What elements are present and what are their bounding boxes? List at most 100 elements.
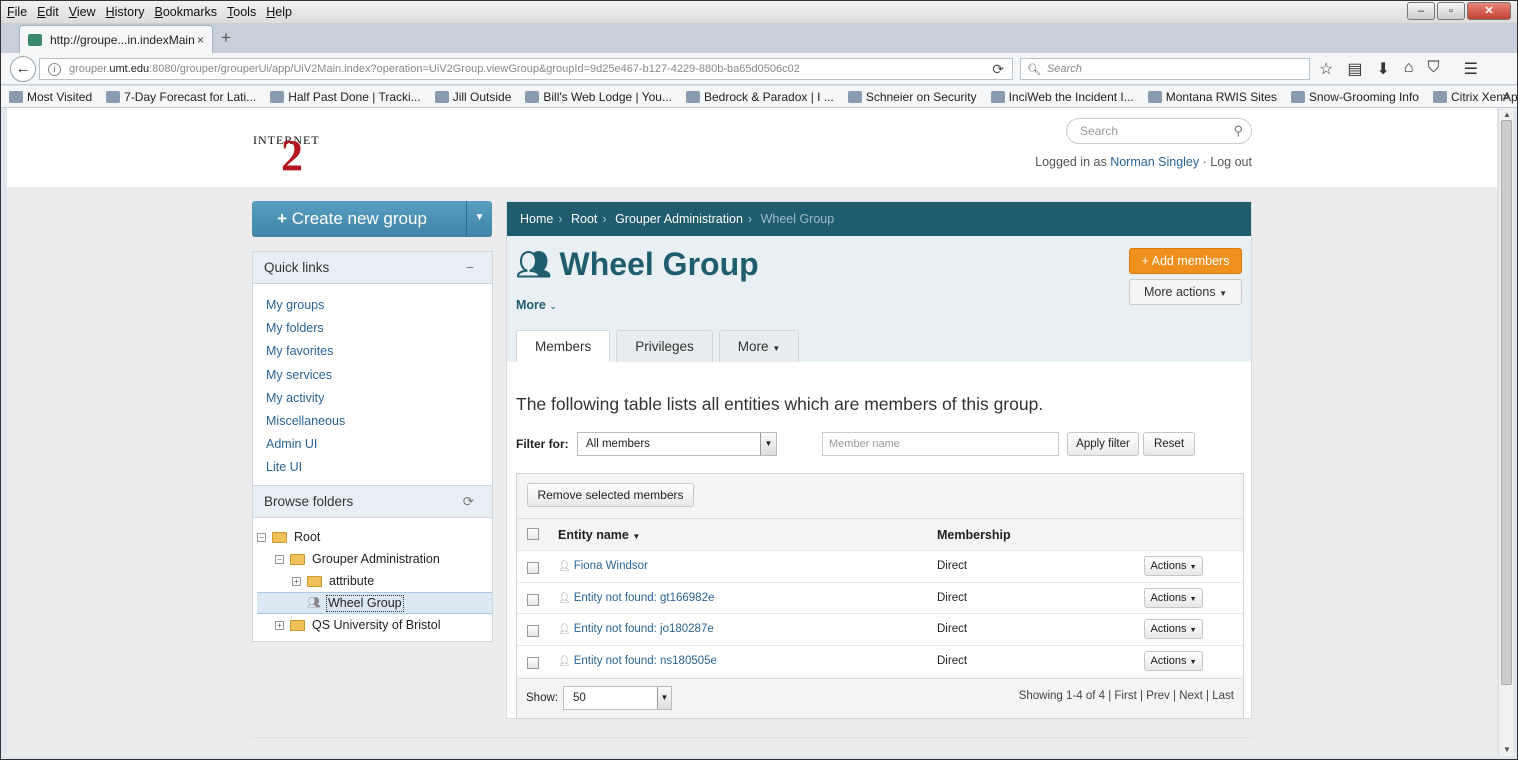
breadcrumb-home[interactable]: Home bbox=[520, 212, 553, 226]
url-bar[interactable]: i grouper. umt.edu:8080/grouper/grouperUi… bbox=[39, 58, 1013, 80]
remove-selected-members-button[interactable]: Remove selected members bbox=[527, 483, 694, 507]
tree-node-qs-university[interactable]: + QS University of Bristol bbox=[257, 614, 492, 636]
menu-edit[interactable]: Edit bbox=[37, 5, 59, 19]
maximize-button[interactable]: ▫ bbox=[1437, 2, 1465, 20]
bookmark-item[interactable]: Bill's Web Lodge | You... bbox=[525, 90, 672, 104]
entity-name-link[interactable]: 👤︎ Entity not found: jo180287e bbox=[558, 623, 714, 635]
tab-members[interactable]: Members bbox=[516, 330, 611, 362]
row-actions-button[interactable]: Actions ▼ bbox=[1144, 587, 1203, 608]
row-checkbox[interactable] bbox=[527, 562, 539, 574]
bookmark-item[interactable]: Schneier on Security bbox=[847, 90, 977, 104]
browser-tab[interactable]: http://groupe...in.indexMain × bbox=[19, 25, 213, 53]
quick-link-miscellaneous[interactable]: Miscellaneous bbox=[266, 410, 492, 433]
home-icon[interactable]: ⌂ bbox=[1404, 59, 1414, 79]
bookmark-item[interactable]: Snow-Grooming Info bbox=[1290, 90, 1419, 104]
pager-next[interactable]: Next bbox=[1179, 690, 1203, 702]
tree-node-wheel-group[interactable]: 👥︎ Wheel Group bbox=[257, 592, 492, 614]
quick-link-my-activity[interactable]: My activity bbox=[266, 387, 492, 410]
logout-link[interactable]: Log out bbox=[1210, 155, 1252, 169]
caret-down-icon[interactable]: ▼ bbox=[466, 201, 492, 237]
tree-toggle-icon[interactable]: + bbox=[292, 576, 301, 586]
quick-link-my-folders[interactable]: My folders bbox=[266, 317, 492, 340]
hamburger-menu-icon[interactable]: ☰ bbox=[1464, 59, 1478, 79]
minimize-button[interactable]: – bbox=[1407, 2, 1435, 20]
entity-name-link[interactable]: 👤︎ Fiona Windsor bbox=[558, 560, 648, 572]
bookmark-item[interactable]: Montana RWIS Sites bbox=[1147, 90, 1277, 104]
back-button[interactable]: ← bbox=[10, 56, 36, 82]
scroll-up-icon[interactable]: ▲ bbox=[1503, 110, 1511, 119]
tree-toggle-icon[interactable]: − bbox=[275, 554, 284, 564]
tree-toggle-icon[interactable]: − bbox=[257, 532, 266, 542]
refresh-icon[interactable]: ⟳ bbox=[463, 486, 474, 517]
row-checkbox[interactable] bbox=[527, 656, 539, 669]
quick-link-admin-ui[interactable]: Admin UI bbox=[266, 433, 492, 456]
dropdown-arrow-icon[interactable]: ▼ bbox=[760, 433, 776, 455]
entity-name-link[interactable]: 👤︎ Entity not found: gt166982e bbox=[558, 592, 714, 604]
row-actions-button[interactable]: Actions ▼ bbox=[1144, 556, 1203, 576]
tree-node-attribute[interactable]: + attribute bbox=[257, 570, 492, 592]
more-actions-button[interactable]: More actions ▼ bbox=[1129, 279, 1242, 305]
dropdown-arrow-icon[interactable]: ▼ bbox=[657, 687, 671, 709]
user-name-link[interactable]: Norman Singley bbox=[1110, 155, 1199, 169]
entity-name-link[interactable]: 👤︎ Entity not found: ns180505e bbox=[558, 655, 717, 667]
bookmark-item[interactable]: InciWeb the Incident I... bbox=[990, 90, 1134, 104]
reload-icon[interactable]: ⟳ bbox=[992, 61, 1004, 78]
close-tab-icon[interactable]: × bbox=[197, 33, 204, 47]
tree-node-grouper-administration[interactable]: − Grouper Administration bbox=[257, 548, 492, 570]
quick-link-my-services[interactable]: My services bbox=[266, 364, 492, 387]
info-icon[interactable]: i bbox=[48, 62, 61, 76]
search-icon[interactable]: ⚲ bbox=[1233, 119, 1243, 143]
bookmark-item[interactable]: 7-Day Forecast for Lati... bbox=[106, 90, 256, 104]
scroll-down-icon[interactable]: ▼ bbox=[1503, 745, 1511, 754]
bookmark-item[interactable]: Half Past Done | Tracki... bbox=[270, 90, 421, 104]
group-more-toggle[interactable]: More ⌄ bbox=[516, 298, 557, 312]
row-actions-button[interactable]: Actions ▼ bbox=[1144, 650, 1203, 671]
tab-more[interactable]: More ▼ bbox=[718, 330, 800, 362]
row-actions-button[interactable]: Actions ▼ bbox=[1144, 619, 1203, 639]
menu-history[interactable]: History bbox=[106, 5, 145, 19]
page-scrollbar[interactable]: ▲ ▼ bbox=[1498, 108, 1514, 756]
page-size-select[interactable]: 50 ▼ bbox=[563, 686, 672, 710]
pager-first[interactable]: First bbox=[1114, 690, 1136, 702]
reading-list-icon[interactable]: ▤ bbox=[1347, 59, 1362, 79]
quick-link-my-groups[interactable]: My groups bbox=[266, 294, 492, 317]
row-checkbox[interactable] bbox=[527, 625, 539, 637]
create-new-group-button[interactable]: + Create new group ▼ bbox=[252, 201, 492, 237]
bookmarks-overflow-icon[interactable]: » bbox=[1502, 89, 1509, 103]
apply-filter-button[interactable]: Apply filter bbox=[1067, 432, 1139, 456]
download-icon[interactable]: ⬇ bbox=[1376, 59, 1389, 79]
scrollbar-thumb[interactable] bbox=[1501, 120, 1512, 685]
breadcrumb-grouper-admin[interactable]: Grouper Administration bbox=[615, 212, 743, 226]
bookmark-item[interactable]: Bedrock & Paradox | I ... bbox=[685, 90, 834, 104]
menu-bookmarks[interactable]: Bookmarks bbox=[155, 5, 218, 19]
menu-file[interactable]: File bbox=[7, 5, 27, 19]
pager-last[interactable]: Last bbox=[1212, 690, 1234, 702]
browser-search-input[interactable]: 🔍︎ Search bbox=[1020, 58, 1310, 80]
collapse-icon[interactable]: − bbox=[466, 252, 474, 283]
new-tab-button[interactable]: + bbox=[221, 28, 231, 48]
select-all-checkbox[interactable] bbox=[527, 528, 539, 540]
column-entity-name[interactable]: Entity name ▼ bbox=[558, 528, 640, 542]
pocket-icon[interactable]: ⛉ bbox=[1428, 59, 1440, 79]
tab-privileges[interactable]: Privileges bbox=[616, 330, 713, 362]
bookmark-item[interactable]: Most Visited bbox=[9, 90, 92, 104]
member-name-input[interactable]: Member name bbox=[822, 432, 1059, 456]
site-search-input[interactable]: Search ⚲ bbox=[1066, 118, 1252, 144]
caret-down-icon: ▼ bbox=[1219, 289, 1227, 298]
row-checkbox[interactable] bbox=[527, 593, 539, 606]
filter-select[interactable]: All members ▼ bbox=[577, 432, 777, 456]
add-members-button[interactable]: + Add members bbox=[1129, 248, 1242, 274]
tree-node-root[interactable]: − Root bbox=[257, 526, 492, 548]
bookmark-item[interactable]: Jill Outside bbox=[434, 90, 511, 104]
quick-link-my-favorites[interactable]: My favorites bbox=[266, 340, 492, 363]
breadcrumb-root[interactable]: Root bbox=[571, 212, 597, 226]
menu-help[interactable]: Help bbox=[266, 5, 292, 19]
quick-link-lite-ui[interactable]: Lite UI bbox=[266, 456, 492, 479]
pager-prev[interactable]: Prev bbox=[1146, 690, 1170, 702]
tree-toggle-icon[interactable]: + bbox=[275, 620, 284, 630]
reset-button[interactable]: Reset bbox=[1143, 432, 1195, 456]
close-window-button[interactable]: ✕ bbox=[1467, 2, 1511, 20]
menu-tools[interactable]: Tools bbox=[227, 5, 256, 19]
bookmark-star-icon[interactable]: ☆ bbox=[1319, 59, 1333, 79]
menu-view[interactable]: View bbox=[69, 5, 96, 19]
